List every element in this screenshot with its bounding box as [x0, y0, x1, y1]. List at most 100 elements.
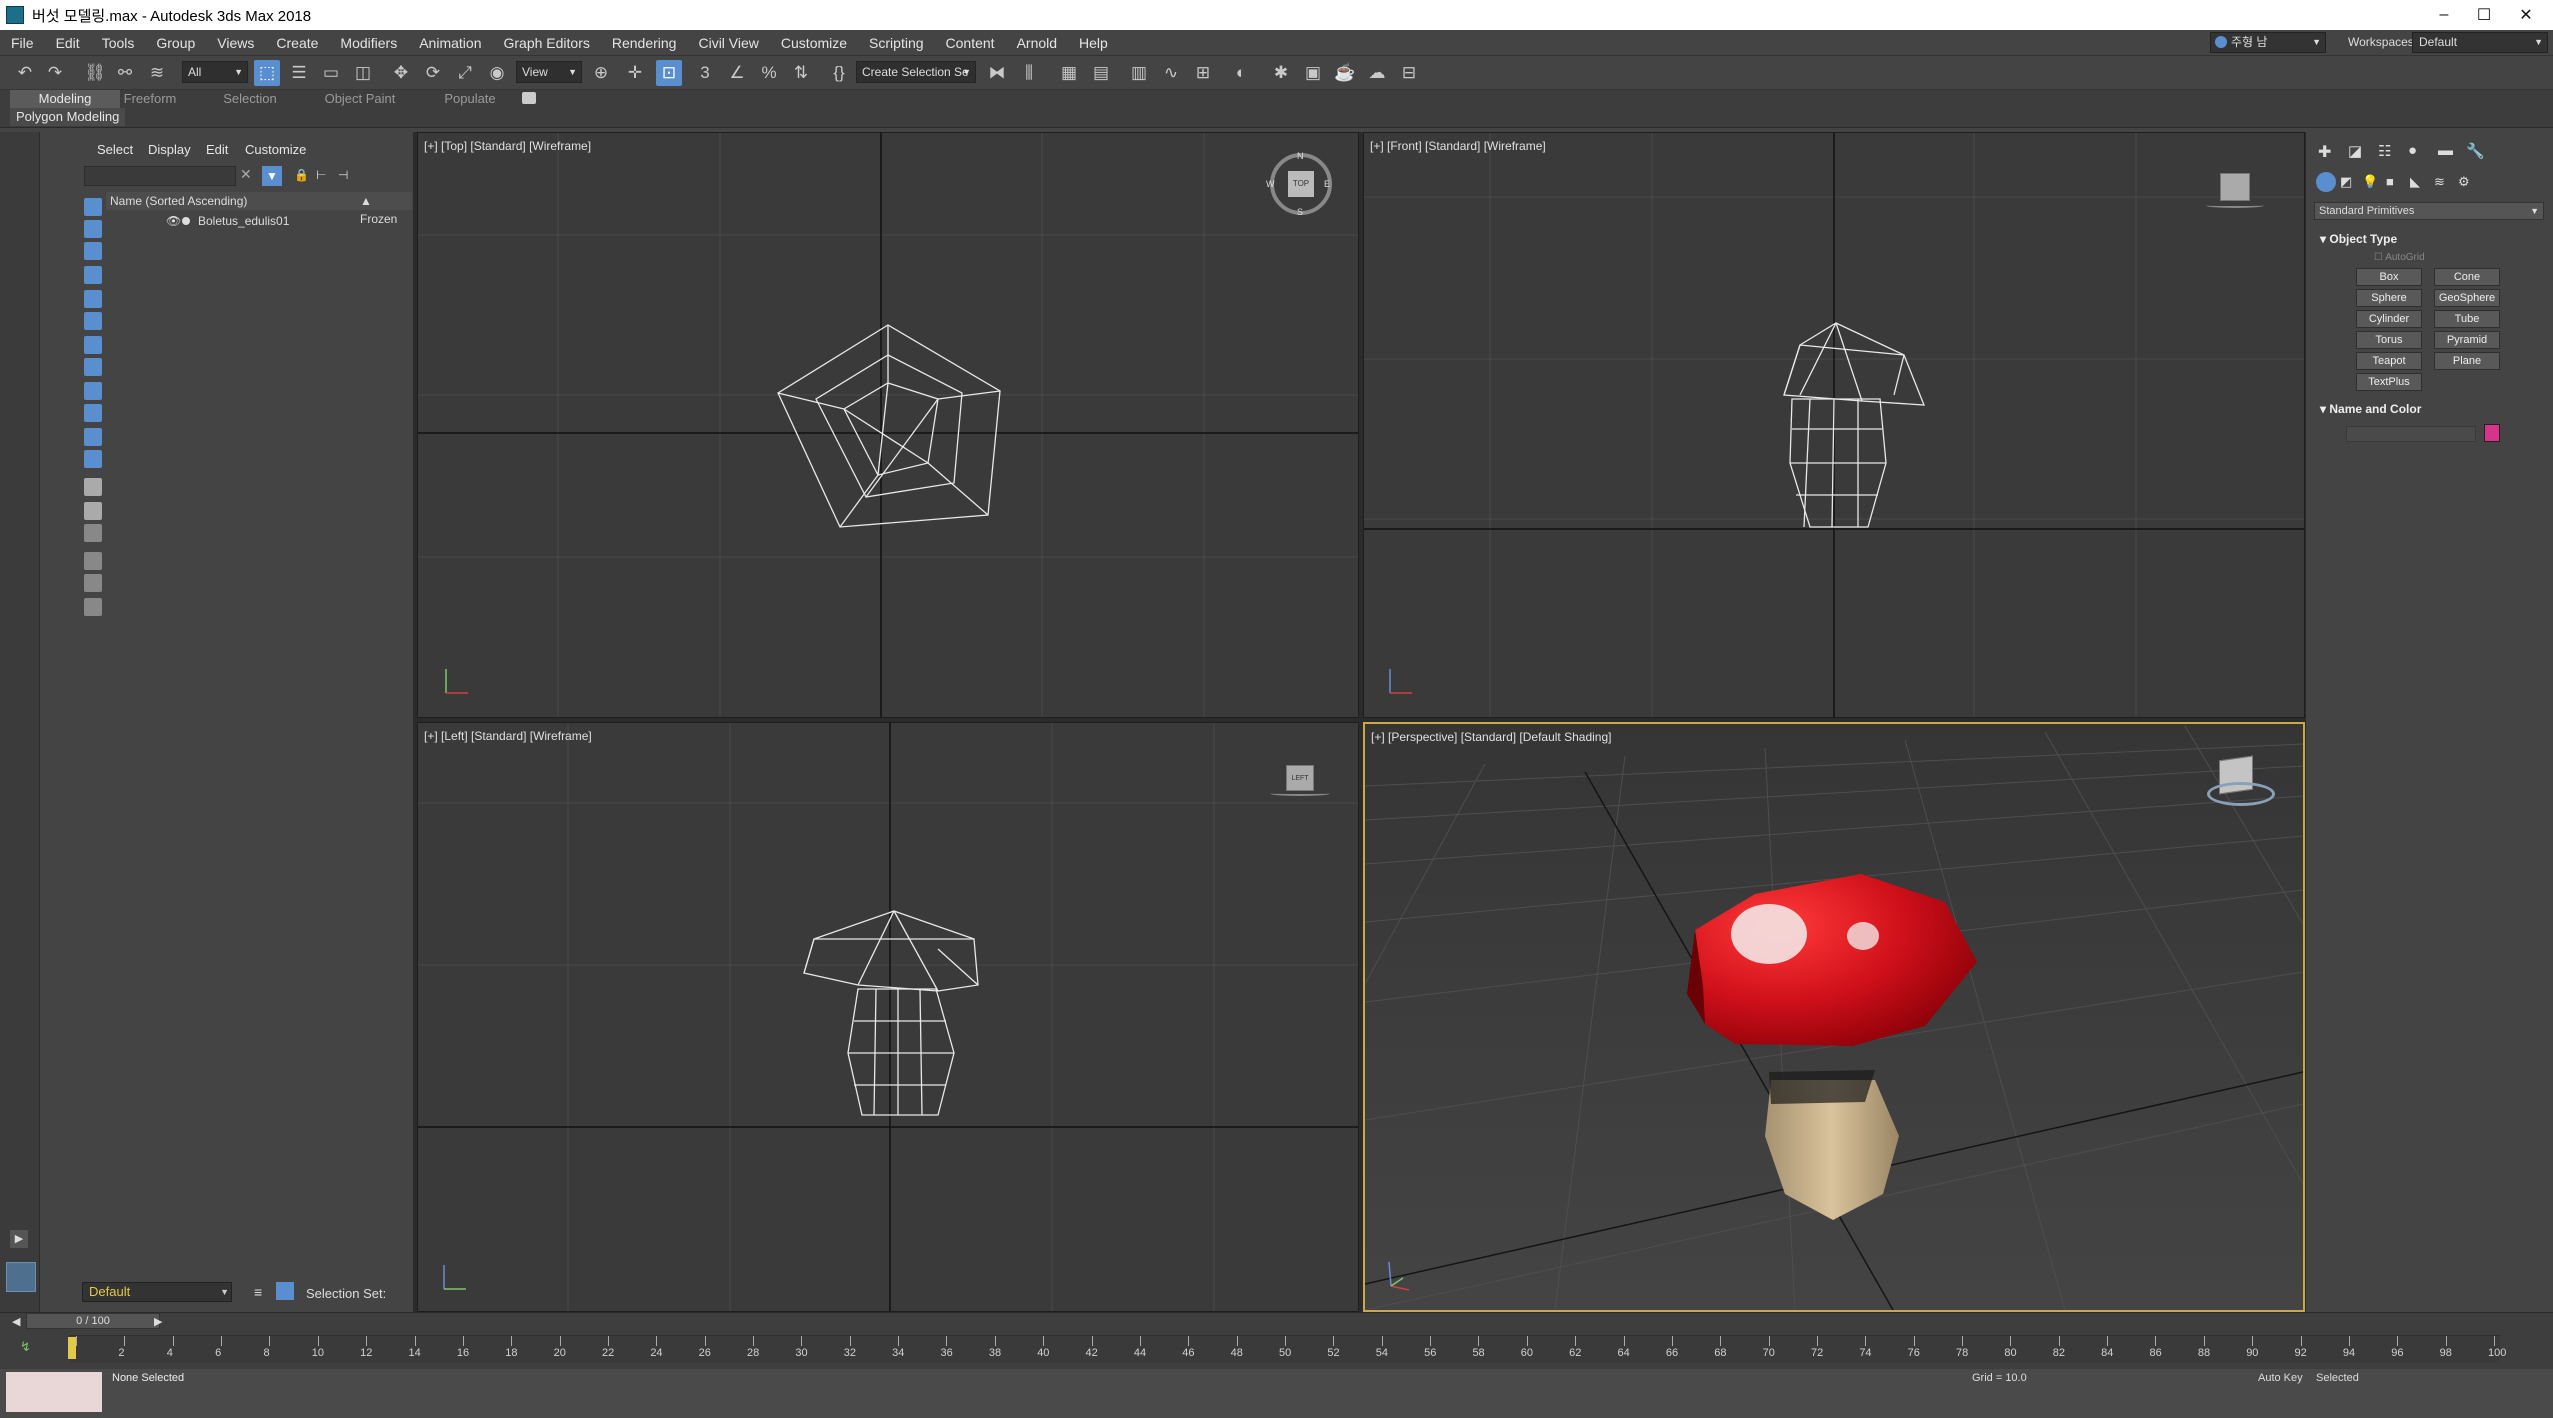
viewport-perspective[interactable]: [+] [Perspective] [Standard] [Default Sh…: [1363, 722, 2305, 1312]
compass-east[interactable]: E: [1324, 179, 1330, 189]
maximize-button[interactable]: ☐: [2460, 0, 2508, 30]
geometry-category-icon[interactable]: [2316, 172, 2336, 192]
rollout-name-and-color[interactable]: ▾ Name and Color: [2320, 402, 2421, 416]
shapes-category-icon[interactable]: ◩: [2340, 174, 2352, 190]
scene-search-input[interactable]: [84, 166, 236, 186]
snaps-toggle-icon[interactable]: 3: [692, 60, 718, 86]
move-icon[interactable]: ✥: [388, 60, 414, 86]
current-frame-marker[interactable]: [68, 1337, 76, 1359]
table-row[interactable]: 👁 Boletus_edulis01: [106, 212, 412, 230]
selection-set-icon[interactable]: [276, 1282, 294, 1300]
display-all-icon[interactable]: [84, 478, 102, 496]
rectangular-selection-icon[interactable]: ▭: [318, 60, 344, 86]
layer-explorer-icon[interactable]: ▤: [1088, 60, 1114, 86]
menu-graph-editors[interactable]: Graph Editors: [492, 35, 600, 51]
menu-views[interactable]: Views: [206, 35, 265, 51]
create-panel-icon[interactable]: ✚: [2318, 142, 2331, 162]
display-bones-icon[interactable]: [84, 382, 102, 400]
display-lights-icon[interactable]: [84, 242, 102, 260]
layers-stack-icon[interactable]: ≡: [254, 1284, 262, 1300]
filter-funnel-icon[interactable]: [84, 574, 102, 592]
bind-space-warp-icon[interactable]: ≋: [144, 60, 170, 86]
mini-curve-editor-icon[interactable]: ↯: [20, 1339, 31, 1355]
toggle-ribbon-icon[interactable]: ▥: [1126, 60, 1152, 86]
hierarchy-icon[interactable]: ⊢: [316, 168, 326, 182]
keyboard-shortcut-override-icon[interactable]: ⊡: [656, 60, 682, 86]
a360-gallery-icon[interactable]: ⊟: [1396, 60, 1422, 86]
compass-south[interactable]: S: [1297, 207, 1303, 217]
menu-civil-view[interactable]: Civil View: [687, 35, 769, 51]
select-by-name-icon[interactable]: ☰: [286, 60, 312, 86]
ribbon-tab-populate[interactable]: Populate: [440, 90, 500, 108]
viewcube-top[interactable]: TOP N S E W: [1266, 151, 1332, 217]
hierarchy-panel-icon[interactable]: ☷: [2378, 142, 2391, 160]
scene-tab-select[interactable]: Select: [97, 142, 133, 157]
rollout-object-type[interactable]: ▾ Object Type: [2320, 232, 2397, 246]
percent-snap-icon[interactable]: %: [756, 60, 782, 86]
time-slider[interactable]: 0 / 100: [26, 1313, 160, 1329]
ribbon-tab-freeform[interactable]: Freeform: [120, 90, 180, 108]
next-frame-icon[interactable]: ▶: [154, 1315, 162, 1328]
display-frozen-icon[interactable]: [84, 428, 102, 446]
place-icon[interactable]: ◉: [484, 60, 510, 86]
box-button[interactable]: Box: [2356, 268, 2422, 286]
named-selection-set-dropdown[interactable]: Create Selection Se ▼: [856, 61, 976, 83]
modify-panel-icon[interactable]: ◪: [2348, 142, 2362, 160]
autogrid-checkbox[interactable]: ☐ AutoGrid: [2374, 252, 2425, 263]
viewcube-ring[interactable]: [2206, 203, 2264, 208]
render-production-icon[interactable]: ☕: [1332, 60, 1358, 86]
display-invert-icon[interactable]: [84, 524, 102, 542]
viewcube-front[interactable]: [2220, 173, 2250, 201]
display-panel-icon[interactable]: ▬: [2438, 142, 2453, 159]
textplus-button[interactable]: TextPlus: [2356, 373, 2422, 391]
menu-content[interactable]: Content: [935, 35, 1006, 51]
layer-icon[interactable]: [84, 598, 102, 616]
filter-icon[interactable]: ▼: [262, 166, 282, 186]
viewport-label-top[interactable]: [+] [Top] [Standard] [Wireframe]: [424, 139, 591, 153]
edit-named-selection-icon[interactable]: {}: [826, 60, 852, 86]
viewport-label-left[interactable]: [+] [Left] [Standard] [Wireframe]: [424, 729, 592, 743]
menu-animation[interactable]: Animation: [408, 35, 492, 51]
lock-icon[interactable]: 🔒: [294, 168, 309, 182]
scene-tab-customize[interactable]: Customize: [245, 142, 306, 157]
spacewarps-category-icon[interactable]: ≋: [2434, 174, 2445, 190]
column-name[interactable]: Name (Sorted Ascending): [110, 194, 247, 208]
spinner-snap-icon[interactable]: ⇅: [788, 60, 814, 86]
display-none-icon[interactable]: [84, 502, 102, 520]
maxscript-listener[interactable]: [6, 1372, 102, 1412]
menu-arnold[interactable]: Arnold: [1006, 35, 1068, 51]
redo-icon[interactable]: ↷: [42, 60, 68, 86]
menu-help[interactable]: Help: [1068, 35, 1119, 51]
user-account-dropdown[interactable]: 주형 남 ▼: [2210, 32, 2326, 53]
tube-button[interactable]: Tube: [2434, 310, 2500, 328]
angle-snap-icon[interactable]: ∠: [724, 60, 750, 86]
viewport-layout-icon[interactable]: [6, 1262, 36, 1292]
prev-frame-icon[interactable]: ◀: [12, 1315, 20, 1328]
select-object-icon[interactable]: ⬚: [254, 60, 280, 86]
ribbon-panel-polygon-modeling[interactable]: Polygon Modeling: [10, 108, 126, 126]
schematic-view-icon[interactable]: ⊞: [1190, 60, 1216, 86]
reference-coordinate-dropdown[interactable]: View ▼: [516, 61, 582, 83]
scene-tab-edit[interactable]: Edit: [206, 142, 228, 157]
undo-icon[interactable]: ↶: [12, 60, 38, 86]
viewport-front[interactable]: [+] [Front] [Standard] [Wireframe]: [1363, 132, 2305, 718]
trackbar[interactable]: 0246810121416182022242628303234363840424…: [70, 1335, 2506, 1363]
viewport-label-front[interactable]: [+] [Front] [Standard] [Wireframe]: [1370, 139, 1546, 153]
ribbon-tab-modeling[interactable]: Modeling: [10, 90, 120, 108]
rendered-frame-window-icon[interactable]: ▣: [1300, 60, 1326, 86]
unlink-icon[interactable]: ⚯: [112, 60, 138, 86]
window-crossing-icon[interactable]: ◫: [350, 60, 376, 86]
object-name-field[interactable]: [2346, 426, 2476, 442]
cone-button[interactable]: Cone: [2434, 268, 2500, 286]
close-button[interactable]: ✕: [2502, 0, 2550, 30]
viewcube-ring[interactable]: [2207, 782, 2275, 806]
ribbon-tab-selection[interactable]: Selection: [220, 90, 280, 108]
select-manipulate-icon[interactable]: ✛: [622, 60, 648, 86]
ribbon-tab-object-paint[interactable]: Object Paint: [320, 90, 400, 108]
menu-group[interactable]: Group: [145, 35, 206, 51]
menu-rendering[interactable]: Rendering: [601, 35, 688, 51]
link-icon[interactable]: ⛓: [82, 60, 108, 86]
material-editor-icon[interactable]: ◐: [1228, 60, 1254, 86]
object-color-swatch[interactable]: [2484, 424, 2500, 442]
pivot-center-icon[interactable]: ⊕: [588, 60, 614, 86]
